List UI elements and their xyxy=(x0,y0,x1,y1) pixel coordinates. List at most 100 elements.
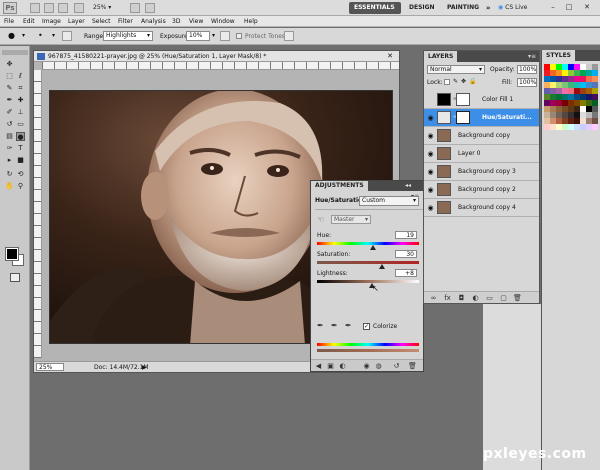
screen-mode-icon[interactable] xyxy=(145,3,155,13)
new-group-icon[interactable]: ▭ xyxy=(484,293,495,303)
protect-tones-checkbox[interactable] xyxy=(236,33,242,39)
dodge-tool-icon[interactable]: ● xyxy=(16,132,25,141)
airbrush-icon[interactable] xyxy=(220,31,230,41)
hand-tool-icon[interactable]: ✋ xyxy=(5,182,14,191)
layer-row-background-copy[interactable]: ◉ Background copy xyxy=(424,127,539,145)
blend-mode-select[interactable]: Normal ▾ xyxy=(427,65,485,74)
exposure-arrow-icon[interactable]: ▾ xyxy=(212,32,215,39)
brush-preset-arrow-icon[interactable]: ▾ xyxy=(52,32,55,39)
eraser-tool-icon[interactable]: ▭ xyxy=(16,120,25,129)
pen-tool-icon[interactable]: ✑ xyxy=(5,144,14,153)
eyedropper-plus-icon[interactable]: ✒ xyxy=(331,321,341,331)
menu-file[interactable]: File xyxy=(4,17,14,26)
cs-live-button[interactable]: ◉ CS Live xyxy=(498,2,527,14)
tab-adjustments[interactable]: ADJUSTMENTS xyxy=(311,181,368,191)
crop-tool-icon[interactable]: ⌗ xyxy=(16,84,25,93)
move-tool-icon[interactable]: ✥ xyxy=(5,60,14,69)
path-selection-tool-icon[interactable]: ▸ xyxy=(5,156,14,165)
quick-selection-tool-icon[interactable]: ✎ xyxy=(5,84,14,93)
status-menu-arrow-icon[interactable]: ▶ xyxy=(142,363,147,372)
targeted-adjustment-icon[interactable]: ☜ xyxy=(317,215,327,225)
delete-adjustment-icon[interactable]: 🗑 xyxy=(407,361,418,371)
foreground-color-swatch[interactable] xyxy=(5,247,19,261)
layer-row-background-copy-3[interactable]: ◉ Background copy 3 xyxy=(424,163,539,181)
link-layers-icon[interactable]: ∞ xyxy=(428,293,439,303)
eyedropper-tool-icon[interactable]: ✒ xyxy=(5,96,14,105)
range-select[interactable]: Highlights ▾ xyxy=(103,31,153,41)
layer-style-icon[interactable]: fx xyxy=(442,293,453,303)
brush-tool-icon[interactable]: ✐ xyxy=(5,108,14,117)
reset-icon[interactable]: ↺ xyxy=(391,361,402,371)
hand-tool-icon[interactable] xyxy=(74,3,84,13)
preset-select[interactable]: Custom ▾ xyxy=(359,196,419,206)
minimize-button[interactable]: – xyxy=(548,3,558,12)
bridge-icon[interactable] xyxy=(30,3,40,13)
view-previous-state-icon[interactable]: ◍ xyxy=(373,361,384,371)
restore-button[interactable]: □ xyxy=(564,3,574,12)
dodge-tool-icon[interactable]: ● xyxy=(8,31,20,41)
menu-3d[interactable]: 3D xyxy=(172,17,180,26)
type-tool-icon[interactable]: T xyxy=(16,144,25,153)
return-to-list-icon[interactable]: ◀ xyxy=(313,361,324,371)
colorize-checkbox[interactable]: ✓ xyxy=(363,323,370,330)
workspace-essentials-button[interactable]: ESSENTIALS xyxy=(349,2,401,14)
eyedropper-icon[interactable]: ✒ xyxy=(317,321,327,331)
quick-mask-icon[interactable] xyxy=(10,273,20,282)
pressure-icon[interactable] xyxy=(284,31,294,41)
layer-row-layer-0[interactable]: ◉ Layer 0 xyxy=(424,145,539,163)
saturation-slider-track[interactable] xyxy=(317,261,419,264)
lock-all-icon[interactable]: 🔒 xyxy=(469,78,476,85)
lock-image-icon[interactable]: ✎ xyxy=(453,78,458,85)
workspace-design-button[interactable]: DESIGN xyxy=(404,2,442,14)
clone-stamp-tool-icon[interactable]: ⊥ xyxy=(16,108,25,117)
zoom-tool-icon[interactable]: ⚲ xyxy=(16,182,25,191)
close-button[interactable]: ✕ xyxy=(582,3,592,12)
clip-to-layer-icon[interactable]: ◐ xyxy=(337,361,348,371)
3d-orbit-tool-icon[interactable]: ⟲ xyxy=(16,170,25,179)
hue-slider-track[interactable] xyxy=(317,242,419,245)
eye-icon[interactable]: ◉ xyxy=(426,168,435,176)
eye-icon[interactable]: ◉ xyxy=(426,186,435,194)
layer-row-hue-saturation[interactable]: ◉ ∞ Hue/Saturati... xyxy=(424,109,539,127)
saturation-slider-thumb[interactable] xyxy=(379,264,386,269)
hue-input[interactable]: 19 xyxy=(395,231,417,239)
3d-rotate-tool-icon[interactable]: ↻ xyxy=(5,170,14,179)
lasso-tool-icon[interactable]: ℓ xyxy=(16,72,25,81)
color-swatch[interactable] xyxy=(592,124,598,130)
menu-filter[interactable]: Filter xyxy=(118,17,133,26)
history-brush-tool-icon[interactable]: ↺ xyxy=(5,120,14,129)
horizontal-ruler[interactable] xyxy=(42,62,399,70)
toggle-visibility-icon[interactable]: ◉ xyxy=(361,361,372,371)
menu-image[interactable]: Image xyxy=(42,17,61,26)
tools-panel-grip[interactable] xyxy=(2,50,28,55)
tab-styles[interactable]: STYLES xyxy=(542,50,576,61)
menu-view[interactable]: View xyxy=(189,17,203,26)
arrange-documents-icon[interactable] xyxy=(130,3,140,13)
zoom-level-select[interactable]: 25% ▾ xyxy=(93,3,123,13)
lightness-slider-track[interactable] xyxy=(317,280,419,283)
saturation-input[interactable]: 30 xyxy=(395,250,417,258)
brush-preset-icon[interactable]: • xyxy=(38,31,50,41)
add-mask-icon[interactable]: ◘ xyxy=(456,293,467,303)
lock-position-icon[interactable]: ✥ xyxy=(461,78,466,85)
menu-select[interactable]: Select xyxy=(92,17,111,26)
delete-layer-icon[interactable]: 🗑 xyxy=(512,293,523,303)
eye-icon[interactable]: ◉ xyxy=(426,150,435,158)
new-adjustment-layer-icon[interactable]: ◐ xyxy=(470,293,481,303)
swatch-grid[interactable] xyxy=(544,64,599,130)
layer-row-background-copy-4[interactable]: ◉ Background copy 4 xyxy=(424,199,539,217)
gradient-tool-icon[interactable]: ▤ xyxy=(5,132,14,141)
view-extras-icon[interactable] xyxy=(58,3,68,13)
lock-transparent-icon[interactable] xyxy=(444,79,450,85)
lightness-input[interactable]: +8 xyxy=(395,269,417,277)
shape-tool-icon[interactable]: ■ xyxy=(16,156,25,165)
new-layer-icon[interactable]: ▢ xyxy=(498,293,509,303)
workspace-more-button[interactable]: » xyxy=(481,2,493,14)
eye-icon[interactable]: ◉ xyxy=(426,204,435,212)
hue-slider-thumb[interactable] xyxy=(370,245,377,250)
menu-window[interactable]: Window xyxy=(211,17,235,26)
document-title-bar[interactable]: 967875_41580221-prayer.jpg @ 25% (Hue/Sa… xyxy=(34,51,399,62)
fill-input[interactable]: 100% xyxy=(517,78,537,87)
expand-view-icon[interactable]: ▣ xyxy=(325,361,336,371)
healing-brush-tool-icon[interactable]: ✚ xyxy=(16,96,25,105)
